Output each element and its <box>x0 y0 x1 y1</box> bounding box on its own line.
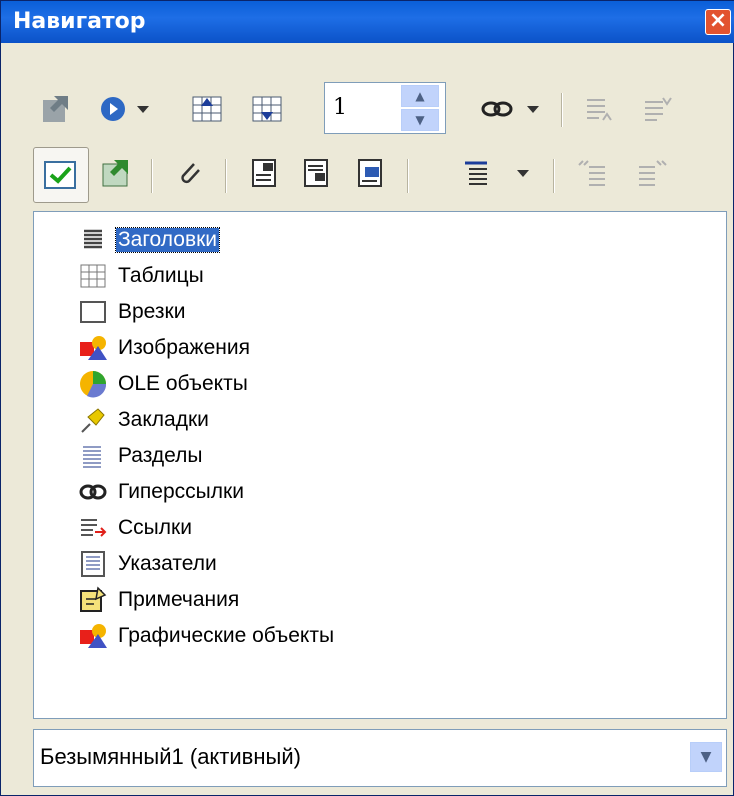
stepper-down-button[interactable]: ▼ <box>401 109 439 131</box>
dropdown-arrow-icon <box>527 106 539 113</box>
promote-level-icon <box>587 99 612 121</box>
document-select-dropdown-button[interactable]: ▼ <box>690 742 722 772</box>
tree-item-label: Изображения <box>118 336 250 359</box>
stepper-up-button[interactable]: ▲ <box>401 85 439 107</box>
chevron-down-icon: ▼ <box>415 113 425 127</box>
demote-level-button[interactable] <box>637 89 677 129</box>
next-table-icon <box>252 96 282 122</box>
document-select[interactable]: Безымянный1 (активный) ▼ <box>33 729 727 787</box>
heading-levels-button[interactable] <box>457 153 497 193</box>
dropdown-arrow-icon <box>137 106 149 113</box>
navigation-button[interactable] <box>93 89 133 129</box>
move-chapter-up-icon <box>578 160 605 186</box>
tree-item-label: Таблицы <box>118 264 204 287</box>
chevron-up-icon: ▲ <box>415 89 425 103</box>
heading-button[interactable] <box>245 153 285 193</box>
tree-item-label: Ссылки <box>118 516 192 539</box>
toggle-icon-button[interactable] <box>37 89 77 129</box>
drag-mode-dropdown[interactable] <box>523 97 543 121</box>
previous-button[interactable] <box>187 89 227 129</box>
next-button[interactable] <box>247 89 287 129</box>
move-chapter-up-button[interactable] <box>573 153 613 193</box>
tree-item-hyperlinks[interactable]: Гиперссылки <box>78 474 246 510</box>
anchor-icon <box>358 159 382 187</box>
document-select-value: Безымянный1 (активный) <box>40 744 301 769</box>
header-icon <box>252 159 276 187</box>
tree-item-label: Заголовки <box>114 227 221 253</box>
heading-levels-icon <box>465 161 487 185</box>
content-view-button[interactable] <box>33 147 89 203</box>
tree-item-tables[interactable]: Таблицы <box>78 258 206 294</box>
content-tree[interactable]: Заголовки Таблицы Врезки Изображения OLE… <box>33 211 727 719</box>
tree-item-label: Закладки <box>118 408 209 431</box>
sections-icon <box>78 441 108 471</box>
tree-item-drawing-objects[interactable]: Графические объекты <box>78 618 336 654</box>
dropdown-arrow-icon <box>517 170 529 177</box>
bookmark-pin-icon <box>78 405 108 435</box>
previous-table-icon <box>192 96 222 122</box>
headings-icon <box>78 225 108 255</box>
close-button[interactable]: × <box>705 9 731 35</box>
content-view-icon <box>44 161 76 189</box>
references-icon <box>78 513 108 543</box>
tree-item-frames[interactable]: Врезки <box>78 294 187 330</box>
tree-item-notes[interactable]: Примечания <box>78 582 241 618</box>
anchor-button[interactable] <box>351 153 391 193</box>
reminder-icon <box>102 160 128 187</box>
tree-item-label: OLE объекты <box>118 372 248 395</box>
frame-icon <box>78 297 108 327</box>
chevron-down-icon: ▼ <box>700 749 712 765</box>
tree-item-references[interactable]: Ссылки <box>78 510 194 546</box>
tree-item-label: Примечания <box>118 588 240 611</box>
move-chapter-down-icon <box>639 160 667 186</box>
window-title: Навигатор <box>13 9 146 34</box>
hyperlink-icon <box>78 477 108 507</box>
table-icon <box>78 261 108 291</box>
footer-icon <box>304 159 328 187</box>
toolbar-separator <box>553 159 555 193</box>
set-reminder-button[interactable] <box>97 153 137 193</box>
ole-object-icon <box>78 369 108 399</box>
drag-mode-button[interactable] <box>477 89 517 129</box>
page-number-value[interactable]: 1 <box>333 95 347 120</box>
heading-levels-dropdown[interactable] <box>513 161 533 185</box>
tree-item-label: Гиперссылки <box>118 480 244 503</box>
tree-item-indexes[interactable]: Указатели <box>78 546 219 582</box>
tree-item-headings[interactable]: Заголовки <box>78 222 221 258</box>
header-button[interactable] <box>169 153 209 193</box>
tree-item-label: Разделы <box>118 444 203 467</box>
navigator-window: Навигатор × 1 ▲ ▼ Заголовки Таблицы Врез… <box>0 0 734 796</box>
toolbar-separator <box>407 159 409 193</box>
hyperlink-drag-icon <box>481 101 513 117</box>
close-icon: × <box>708 8 728 33</box>
images-icon <box>78 333 108 363</box>
tree-item-bookmarks[interactable]: Закладки <box>78 402 211 438</box>
title-bar[interactable]: Навигатор × <box>1 1 734 43</box>
notes-icon <box>78 585 108 615</box>
tree-item-label: Графические объекты <box>118 624 335 647</box>
toolbar-separator <box>151 159 153 193</box>
tree-item-ole-objects[interactable]: OLE объекты <box>78 366 250 402</box>
drawing-objects-icon <box>78 621 108 651</box>
toggle-view-icon <box>43 96 68 122</box>
stepper-buttons: ▲ ▼ <box>401 85 441 131</box>
toolbar-separator <box>561 93 563 127</box>
page-number-stepper[interactable]: 1 ▲ ▼ <box>324 82 446 134</box>
demote-level-icon <box>645 97 672 121</box>
promote-level-button[interactable] <box>579 89 619 129</box>
tree-item-sections[interactable]: Разделы <box>78 438 205 474</box>
move-chapter-down-button[interactable] <box>631 153 671 193</box>
indexes-icon <box>78 549 108 579</box>
navigation-icon <box>101 97 125 121</box>
tree-item-label: Указатели <box>118 552 217 575</box>
paperclip-icon <box>181 163 200 184</box>
navigation-dropdown[interactable] <box>133 97 153 121</box>
tree-item-images[interactable]: Изображения <box>78 330 252 366</box>
footer-button[interactable] <box>297 153 337 193</box>
toolbar-separator <box>225 159 227 193</box>
tree-item-label: Врезки <box>118 300 186 323</box>
